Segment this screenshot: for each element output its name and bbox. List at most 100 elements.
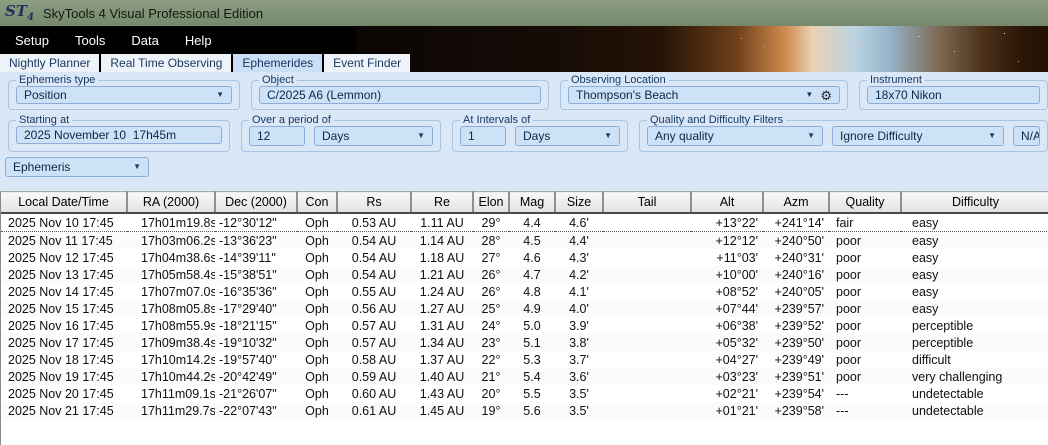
table-cell: 5.5 <box>509 385 555 402</box>
filter-extra-field[interactable]: N/A <box>1013 126 1040 146</box>
table-cell: 3.6' <box>555 368 603 385</box>
table-cell: 4.2' <box>555 266 603 283</box>
column-header-quality[interactable]: Quality <box>829 192 901 214</box>
table-cell: 27° <box>473 249 509 266</box>
column-header-alt[interactable]: Alt <box>691 192 763 214</box>
period-value-input[interactable]: 12 <box>249 126 305 146</box>
table-row[interactable]: 2025 Nov 19 17:4517h10m44.2s-20°42'49"Op… <box>1 368 1048 385</box>
header-band: Setup Tools Data Help Nightly PlannerReal T… <box>0 26 1048 72</box>
table-cell: 28° <box>473 232 509 250</box>
tab-nightly-planner[interactable]: Nightly Planner <box>0 54 99 72</box>
table-cell: Oph <box>297 249 337 266</box>
tab-real-time-observing[interactable]: Real Time Observing <box>101 54 231 72</box>
table-cell: 2025 Nov 15 17:45 <box>1 300 127 317</box>
tab-ephemerides[interactable]: Ephemerides <box>233 54 322 72</box>
table-cell: 1.24 AU <box>411 283 473 300</box>
table-cell: 17h10m44.2s <box>127 368 215 385</box>
view-mode-dropdown[interactable]: Ephemeris ▼ <box>5 157 149 177</box>
table-cell: poor <box>829 232 901 250</box>
column-header-elon[interactable]: Elon <box>473 192 509 214</box>
intervals-unit-dropdown[interactable]: Days ▼ <box>515 126 620 146</box>
column-header-size[interactable]: Size <box>555 192 603 214</box>
table-cell: perceptible <box>901 317 1048 334</box>
table-cell: -12°30'12" <box>215 213 297 232</box>
menu-item-setup[interactable]: Setup <box>9 33 55 48</box>
table-row[interactable]: 2025 Nov 18 17:4517h10m14.2s-19°57'40"Op… <box>1 351 1048 368</box>
table-cell <box>603 283 691 300</box>
table-row[interactable]: 2025 Nov 13 17:4517h05m58.4s-15°38'51"Op… <box>1 266 1048 283</box>
tab-event-finder[interactable]: Event Finder <box>324 54 410 72</box>
column-header-local-date-time[interactable]: Local Date/Time <box>1 192 127 214</box>
table-cell: -18°21'15" <box>215 317 297 334</box>
chevron-down-icon: ▼ <box>604 132 612 140</box>
table-cell: 0.58 AU <box>337 351 411 368</box>
intervals-value: 1 <box>468 129 475 143</box>
table-cell: 4.5 <box>509 232 555 250</box>
table-cell: easy <box>901 232 1048 250</box>
column-header-con[interactable]: Con <box>297 192 337 214</box>
table-cell: poor <box>829 300 901 317</box>
intervals-value-input[interactable]: 1 <box>460 126 506 146</box>
table-cell: very challenging <box>901 368 1048 385</box>
table-cell: 3.5' <box>555 385 603 402</box>
table-cell: easy <box>901 249 1048 266</box>
table-row[interactable]: 2025 Nov 21 17:4517h11m29.7s-22°07'43"Op… <box>1 402 1048 419</box>
menu-item-help[interactable]: Help <box>179 33 218 48</box>
ephemeris-table-body: 2025 Nov 10 17:4517h01m19.8s-12°30'12"Op… <box>1 213 1048 419</box>
table-cell: +06°38' <box>691 317 763 334</box>
table-cell: +240°16' <box>763 266 829 283</box>
table-cell: -20°42'49" <box>215 368 297 385</box>
table-cell: +239°49' <box>763 351 829 368</box>
table-cell: 19° <box>473 402 509 419</box>
table-row[interactable]: 2025 Nov 10 17:4517h01m19.8s-12°30'12"Op… <box>1 213 1048 232</box>
menu-item-tools[interactable]: Tools <box>69 33 111 48</box>
table-row[interactable]: 2025 Nov 20 17:4517h11m09.1s-21°26'07"Op… <box>1 385 1048 402</box>
table-cell: 0.60 AU <box>337 385 411 402</box>
table-row[interactable]: 2025 Nov 15 17:4517h08m05.8s-17°29'40"Op… <box>1 300 1048 317</box>
table-header-row: Local Date/TimeRA (2000)Dec (2000)ConRsR… <box>1 192 1048 214</box>
quality-filter-dropdown[interactable]: Any quality ▼ <box>647 126 823 146</box>
column-header-ra-2000[interactable]: RA (2000) <box>127 192 215 214</box>
table-row[interactable]: 2025 Nov 17 17:4517h09m38.4s-19°10'32"Op… <box>1 334 1048 351</box>
period-unit-dropdown[interactable]: Days ▼ <box>314 126 433 146</box>
gear-icon[interactable]: ⚙ <box>820 89 832 102</box>
app-logo-icon: ST4 <box>5 4 34 23</box>
table-cell: poor <box>829 334 901 351</box>
table-row[interactable]: 2025 Nov 12 17:4517h04m38.6s-14°39'11"Op… <box>1 249 1048 266</box>
table-cell: +02°21' <box>691 385 763 402</box>
ephemeris-type-dropdown[interactable]: Position ▼ <box>16 86 232 104</box>
starting-at-input[interactable]: 2025 November 10 17h45m <box>16 126 222 144</box>
table-row[interactable]: 2025 Nov 11 17:4517h03m06.2s-13°36'23"Op… <box>1 232 1048 250</box>
column-header-tail[interactable]: Tail <box>603 192 691 214</box>
star-field <box>356 26 357 27</box>
instrument-value: 18x70 Nikon <box>875 88 942 102</box>
table-row[interactable]: 2025 Nov 14 17:4517h07m07.0s-16°35'36"Op… <box>1 283 1048 300</box>
table-cell: 4.6 <box>509 249 555 266</box>
table-cell: 1.45 AU <box>411 402 473 419</box>
table-cell: Oph <box>297 213 337 232</box>
column-header-rs[interactable]: Rs <box>337 192 411 214</box>
table-cell: 5.6 <box>509 402 555 419</box>
column-header-dec-2000[interactable]: Dec (2000) <box>215 192 297 214</box>
starting-at-group: Starting at 2025 November 10 17h45m <box>8 114 230 152</box>
table-cell: 2025 Nov 11 17:45 <box>1 232 127 250</box>
column-header-azm[interactable]: Azm <box>763 192 829 214</box>
menu-item-data[interactable]: Data <box>125 33 164 48</box>
column-header-mag[interactable]: Mag <box>509 192 555 214</box>
column-header-re[interactable]: Re <box>411 192 473 214</box>
table-cell: poor <box>829 249 901 266</box>
difficulty-filter-dropdown[interactable]: Ignore Difficulty ▼ <box>832 126 1004 146</box>
starting-at-value: 2025 November 10 17h45m <box>24 128 176 142</box>
table-cell: +240°05' <box>763 283 829 300</box>
column-header-difficulty[interactable]: Difficulty <box>901 192 1048 214</box>
instrument-input[interactable]: 18x70 Nikon <box>867 86 1040 104</box>
object-input[interactable]: C/2025 A6 (Lemmon) <box>259 86 541 104</box>
table-cell: 1.37 AU <box>411 351 473 368</box>
table-cell: 17h01m19.8s <box>127 213 215 232</box>
table-cell: +13°22' <box>691 213 763 232</box>
tab-bar: Nightly PlannerReal Time ObservingEpheme… <box>0 54 410 72</box>
table-cell: 2025 Nov 13 17:45 <box>1 266 127 283</box>
table-cell: Oph <box>297 266 337 283</box>
observing-location-dropdown[interactable]: Thompson's Beach ▼ ⚙ <box>568 86 840 104</box>
table-row[interactable]: 2025 Nov 16 17:4517h08m55.9s-18°21'15"Op… <box>1 317 1048 334</box>
